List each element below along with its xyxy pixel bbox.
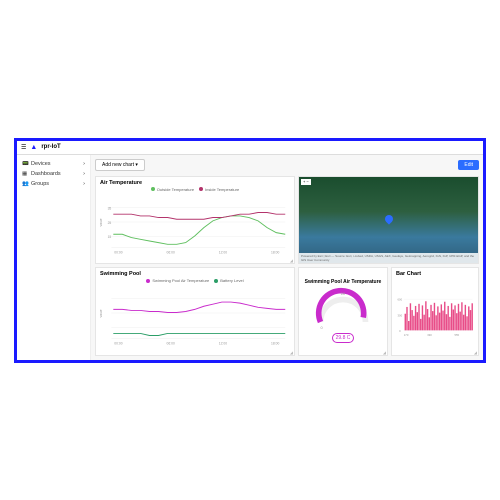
- svg-text:12:00: 12:00: [219, 250, 227, 254]
- menu-icon[interactable]: ☰: [21, 144, 26, 151]
- bar-chart[interactable]: 600 300 0 170 390 555: [396, 278, 474, 352]
- svg-text:300: 300: [398, 313, 403, 317]
- svg-text:00:00: 00:00: [114, 341, 122, 345]
- resize-handle-icon[interactable]: ◢: [290, 260, 293, 262]
- devices-icon: 📟: [22, 161, 28, 167]
- chevron-right-icon: ›: [83, 161, 85, 167]
- legend-dot-icon: [151, 187, 155, 191]
- sidebar-item-label: Dashboards: [31, 171, 61, 177]
- card-title: Air Temperature: [100, 180, 290, 186]
- card-title: Swimming Pool: [100, 271, 290, 277]
- card-title: Bar Chart: [396, 271, 474, 277]
- svg-text:15: 15: [108, 235, 112, 239]
- resize-handle-icon[interactable]: ◢: [383, 352, 386, 354]
- app-logo-icon: ▲: [30, 144, 37, 151]
- groups-icon: 👥: [22, 181, 28, 187]
- svg-text:390: 390: [427, 333, 432, 337]
- chevron-right-icon: ›: [83, 181, 85, 187]
- svg-text:00:00: 00:00: [114, 250, 122, 254]
- sidebar: 📟Devices › ▦Dashboards › 👥Groups ›: [17, 155, 91, 360]
- legend-dot-icon: [214, 279, 218, 283]
- topbar: ☰ ▲ rpr-IoT: [17, 141, 483, 155]
- gauge-value: 29.8 C: [332, 333, 355, 343]
- card-title: Swimming Pool Air Temperature: [305, 279, 382, 285]
- sidebar-item-groups[interactable]: 👥Groups ›: [19, 179, 88, 189]
- resize-handle-icon[interactable]: ◢: [290, 352, 293, 354]
- svg-text:Value: Value: [100, 218, 103, 226]
- svg-text:12:00: 12:00: [219, 341, 227, 345]
- add-chart-button[interactable]: Add new chart ▾: [95, 159, 145, 171]
- dashboards-icon: ▦: [22, 171, 28, 177]
- bar-chart-card: Bar Chart 600 300 0 170 390 555 ◢: [391, 267, 479, 356]
- svg-text:06:00: 06:00: [167, 341, 175, 345]
- edit-button[interactable]: Edit: [458, 160, 479, 170]
- legend-dot-icon: [199, 187, 203, 191]
- chevron-down-icon: ▾: [135, 162, 138, 168]
- line-chart[interactable]: Value 00:00 06:00 12:00 18:00: [100, 284, 290, 352]
- svg-text:18:00: 18:00: [271, 250, 279, 254]
- gauge-chart: 0 10: [303, 286, 383, 331]
- svg-text:600: 600: [398, 298, 403, 302]
- svg-text:06:00: 06:00: [167, 250, 175, 254]
- app-window: ☰ ▲ rpr-IoT 📟Devices › ▦Dashboards › 👥Gr…: [14, 138, 486, 363]
- map-marker-icon: [383, 214, 394, 225]
- chevron-right-icon: ›: [83, 171, 85, 177]
- svg-text:555: 555: [455, 333, 460, 337]
- resize-handle-icon[interactable]: ◢: [474, 352, 477, 354]
- swimming-pool-card: Swimming Pool Swimming Pool Air Temperat…: [95, 267, 295, 356]
- legend: Outside Temperature Inside Temperature: [100, 187, 290, 192]
- svg-text:25: 25: [108, 220, 112, 224]
- svg-text:35: 35: [108, 206, 112, 210]
- app-title: rpr-IoT: [41, 144, 60, 150]
- svg-text:18:00: 18:00: [271, 341, 279, 345]
- gauge-card: Swimming Pool Air Temperature 0 10 29.8 …: [298, 267, 388, 356]
- sidebar-item-label: Devices: [31, 161, 51, 167]
- air-temperature-card: Air Temperature Outside Temperature Insi…: [95, 176, 295, 265]
- svg-text:170: 170: [404, 333, 409, 337]
- main-content: Add new chart ▾ Edit Air Temperature Out…: [91, 155, 483, 360]
- sidebar-item-dashboards[interactable]: ▦Dashboards ›: [19, 169, 88, 179]
- line-chart[interactable]: Value 35 25 15 00:00 06:00 12:00 18:00: [100, 193, 290, 261]
- map-card[interactable]: Powered by Esri | Esri — Source: Esri, i…: [298, 176, 479, 265]
- sidebar-item-devices[interactable]: 📟Devices ›: [19, 159, 88, 169]
- map-attribution: Powered by Esri | Esri — Source: Esri, i…: [299, 253, 478, 263]
- legend: Swimming Pool Air Temperature Battery Le…: [100, 278, 290, 283]
- svg-text:Value: Value: [100, 309, 103, 317]
- svg-text:0: 0: [321, 325, 324, 330]
- svg-text:0: 0: [399, 329, 401, 333]
- legend-dot-icon: [146, 279, 150, 283]
- sidebar-item-label: Groups: [31, 181, 49, 187]
